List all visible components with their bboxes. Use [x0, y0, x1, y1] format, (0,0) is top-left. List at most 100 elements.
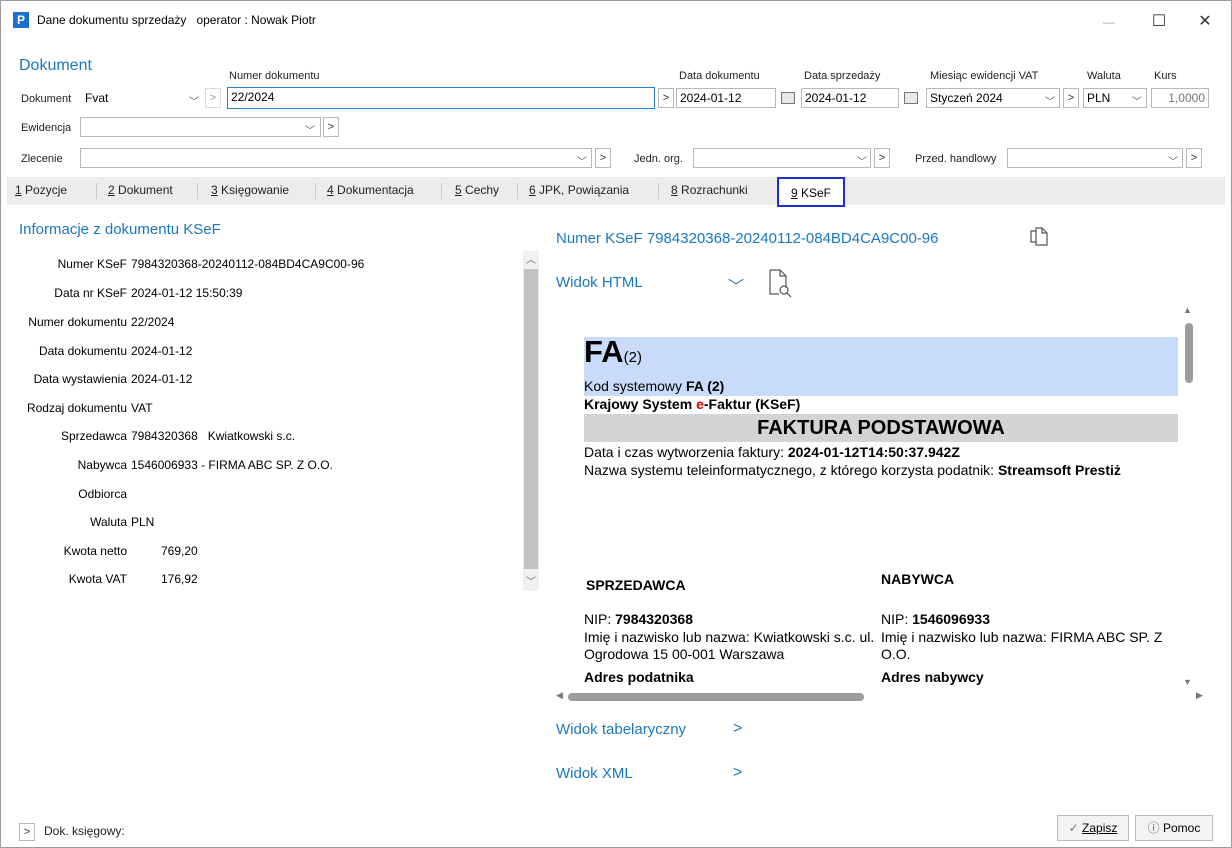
system-name-label: Nazwa systemu teleinformatycznego, z któ… [584, 462, 998, 478]
tab-cechy[interactable]: 5 Cechy [455, 177, 499, 205]
tab-pozycje[interactable]: 1 Pozycje [15, 177, 67, 205]
tab-ksef[interactable]: 9 KSeF [777, 177, 845, 207]
tab-dokumentacja[interactable]: 4 Dokumentacja [327, 177, 414, 205]
chevron-down-icon[interactable]: ﹀ [728, 273, 744, 297]
expand-button[interactable]: > [19, 823, 35, 841]
numer-dokumentu-value: 22/2024 [231, 90, 275, 104]
scrollbar-thumb[interactable] [524, 269, 538, 569]
preview-horizontal-scrollbar[interactable]: ◀ ▶ [556, 690, 1206, 704]
info-label: Rodzaj dokumentu [26, 401, 127, 415]
info-label: Odbiorca [78, 487, 127, 501]
jedn-org-select[interactable] [693, 148, 871, 168]
info-value: 2024-01-12 [131, 372, 193, 386]
tab-separator [96, 183, 97, 199]
scrollbar-thumb[interactable] [1185, 323, 1193, 383]
main-window: P Dane dokumentu sprzedaży operator : No… [0, 0, 1232, 848]
jedn-org-label: Jedn. org. [634, 153, 683, 165]
close-button[interactable]: ✕ [1185, 9, 1225, 35]
dokument-chevron-down-icon[interactable]: ﹀ [189, 93, 199, 108]
adres-nabywcy: Adres nabywcy [881, 669, 984, 685]
scroll-down-icon[interactable]: ▼ [1183, 677, 1192, 687]
dokument-next-button[interactable]: > [205, 88, 221, 108]
zlecenie-chevron-down-icon[interactable]: ﹀ [577, 153, 587, 168]
ewidencja-select[interactable] [80, 117, 321, 137]
tab-dokumentacja-label: Dokumentacja [333, 183, 414, 197]
invoice-type-title: FAKTURA PODSTAWOWA [584, 414, 1178, 442]
dok-ksiegowy-label: Dok. księgowy: [44, 824, 125, 838]
data-dokumentu-input[interactable]: 2024-01-12 [676, 88, 776, 108]
system-name-value: Streamsoft Prestiż [997, 462, 1121, 478]
scrollbar-thumb[interactable] [568, 693, 864, 701]
copy-icon[interactable] [1029, 223, 1049, 250]
tab-separator [517, 183, 518, 199]
data-dokumentu-label: Data dokumentu [679, 70, 760, 82]
miesiac-label: Miesiąc ewidencji VAT [930, 70, 1039, 82]
numer-dokumentu-input[interactable]: 22/2024 [227, 87, 655, 109]
numer-next-button[interactable]: > [658, 88, 674, 108]
scroll-left-icon[interactable]: ◀ [556, 690, 563, 701]
tab-dokument[interactable]: 2 Dokument [108, 177, 173, 205]
tab-ksiegowanie[interactable]: 3 Księgowanie [211, 177, 289, 205]
jedn-org-next-button[interactable]: > [874, 148, 890, 168]
data-czas-value: 2024-01-12T14:50:37.942Z [787, 444, 960, 460]
help-button[interactable]: ⓘ Pomoc [1135, 815, 1213, 841]
invoice-preview: FA(2) Kod systemowy FA (2) Krajowy Syste… [584, 337, 1178, 687]
info-label: Data nr KSeF [54, 286, 127, 300]
window-title-text: Dane dokumentu sprzedaży [37, 13, 187, 27]
kurs-input[interactable]: 1,0000 [1151, 88, 1209, 108]
widok-xml-link[interactable]: Widok XML [556, 765, 633, 782]
data-sprzedazy-input[interactable]: 2024-01-12 [801, 88, 899, 108]
maximize-button[interactable]: ☐ [1139, 9, 1179, 35]
scroll-down-icon[interactable]: ﹀ [523, 573, 539, 589]
numer-ksef-link[interactable]: Numer KSeF 7984320368-20240112-084BD4CA9… [556, 230, 938, 247]
info-value: 1546006933 - FIRMA ABC SP. Z O.O. [131, 458, 333, 472]
tab-pozycje-num: 1 [15, 183, 22, 197]
chevron-right-icon[interactable]: > [733, 764, 742, 782]
preview-vertical-scrollbar[interactable]: ▲ ▼ [1181, 303, 1197, 689]
info-label: Data dokumentu [38, 344, 127, 358]
widok-tabelaryczny-link[interactable]: Widok tabelaryczny [556, 721, 686, 738]
info-value: 176,92 [161, 572, 198, 586]
chevron-right-icon[interactable]: > [733, 720, 742, 738]
jedn-org-chevron-down-icon[interactable]: ﹀ [857, 153, 867, 168]
scroll-up-icon[interactable]: ︿ [523, 251, 539, 267]
scroll-up-icon[interactable]: ▲ [1183, 305, 1192, 315]
miesiac-next-button[interactable]: > [1063, 88, 1079, 108]
tab-jpk-powiazania[interactable]: 6 JPK, Powiązania [529, 177, 629, 205]
tab-ksiegowanie-num: 3 [211, 183, 218, 197]
przed-handlowy-select[interactable] [1007, 148, 1183, 168]
zlecenie-select[interactable] [80, 148, 592, 168]
waluta-label: Waluta [1087, 70, 1121, 82]
data-czas-label: Data i czas wytworzenia faktury: [584, 444, 788, 460]
ksef-system-pre: Krajowy System [584, 396, 697, 412]
ewidencja-chevron-down-icon[interactable]: ﹀ [305, 122, 315, 137]
tab-pozycje-label: Pozycje [21, 183, 68, 197]
info-scrollbar[interactable]: ︿ ﹀ [523, 251, 539, 591]
info-label: Waluta [90, 515, 127, 529]
imie-label: Imię i nazwisko lub nazwa: [881, 629, 1051, 645]
tab-ksiegowanie-label: Księgowanie [217, 183, 290, 197]
info-value: 2024-01-12 [131, 344, 193, 358]
waluta-chevron-down-icon[interactable]: ﹀ [1132, 93, 1142, 108]
tab-dokument-num: 2 [108, 183, 115, 197]
przed-handlowy-next-button[interactable]: > [1186, 148, 1202, 168]
minimize-button[interactable]: — [1089, 9, 1129, 35]
ewidencja-next-button[interactable]: > [323, 117, 339, 137]
zlecenie-next-button[interactable]: > [595, 148, 611, 168]
scroll-right-icon[interactable]: ▶ [1196, 690, 1203, 701]
tab-cechy-num: 5 [455, 183, 462, 197]
dokument-select[interactable]: Fvat [81, 88, 203, 108]
help-icon: ⓘ [1147, 821, 1160, 835]
widok-html-link[interactable]: Widok HTML [556, 274, 643, 291]
miesiac-chevron-down-icon[interactable]: ﹀ [1045, 93, 1055, 108]
document-preview-icon[interactable] [767, 268, 793, 301]
calendar-icon[interactable] [904, 92, 918, 104]
miesiac-select[interactable]: Styczeń 2024 [926, 88, 1060, 108]
info-value: 769,20 [161, 544, 198, 558]
przed-handlowy-chevron-down-icon[interactable]: ﹀ [1168, 153, 1178, 168]
tab-rozrachunki[interactable]: 8 Rozrachunki [671, 177, 748, 205]
calendar-icon[interactable] [781, 92, 795, 104]
save-button[interactable]: ✓ Zapisz [1057, 815, 1129, 841]
data-sprzedazy-label: Data sprzedaży [804, 70, 881, 82]
info-label: Nabywca [77, 458, 127, 472]
